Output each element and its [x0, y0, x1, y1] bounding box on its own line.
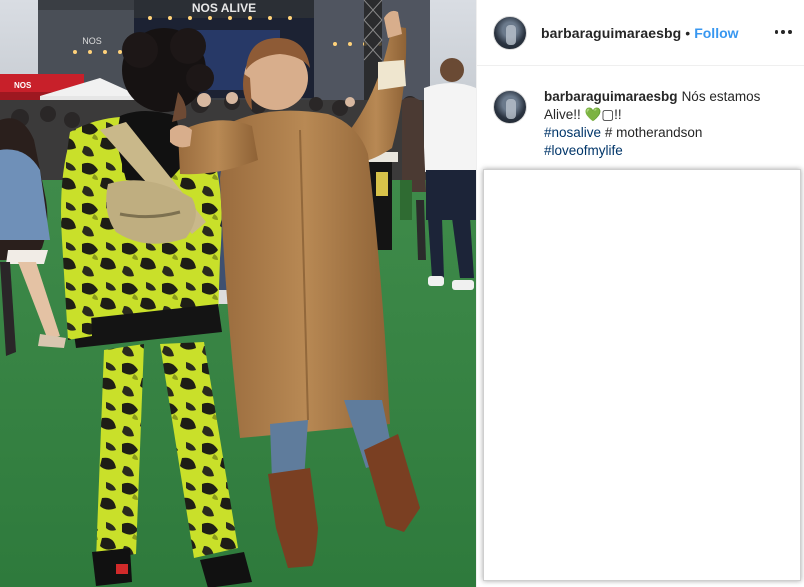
caption-plain-tag: # motherandson	[604, 125, 703, 140]
stage-logo: NOS	[82, 36, 102, 46]
post-sidebar: barbaraguimaraesbg • Follow barbaraguima…	[476, 0, 804, 587]
festival-photo: NOS ALIVE NOS NOS	[0, 0, 476, 587]
header-username[interactable]: barbaraguimaraesbg	[541, 25, 681, 41]
caption-username[interactable]: barbaraguimaraesbg	[544, 89, 678, 104]
booth-sign: NOS	[14, 81, 32, 90]
stage-sign: NOS ALIVE	[192, 1, 256, 15]
hashtag-nosalive[interactable]: #nosalive	[544, 125, 601, 140]
hashtag-loveofmylife[interactable]: #loveofmylife	[544, 143, 623, 158]
post-photo[interactable]: NOS ALIVE NOS NOS	[0, 0, 476, 587]
follow-button[interactable]: Follow	[694, 25, 738, 41]
caption-line1: Nós estamos	[681, 89, 761, 104]
more-options-icon[interactable]	[773, 22, 793, 42]
post-caption: barbaraguimaraesbg Nós estamos Alive!! 💚▢…	[493, 88, 793, 160]
caption-text: barbaraguimaraesbg Nós estamos Alive!! 💚▢…	[544, 88, 760, 160]
caption-avatar[interactable]	[493, 90, 527, 124]
comments-overlay-panel	[483, 169, 801, 581]
separator-dot: •	[685, 24, 691, 41]
post-header: barbaraguimaraesbg • Follow	[477, 0, 804, 66]
avatar[interactable]	[493, 15, 527, 50]
caption-line2: Alive!! 💚▢!!	[544, 107, 622, 122]
